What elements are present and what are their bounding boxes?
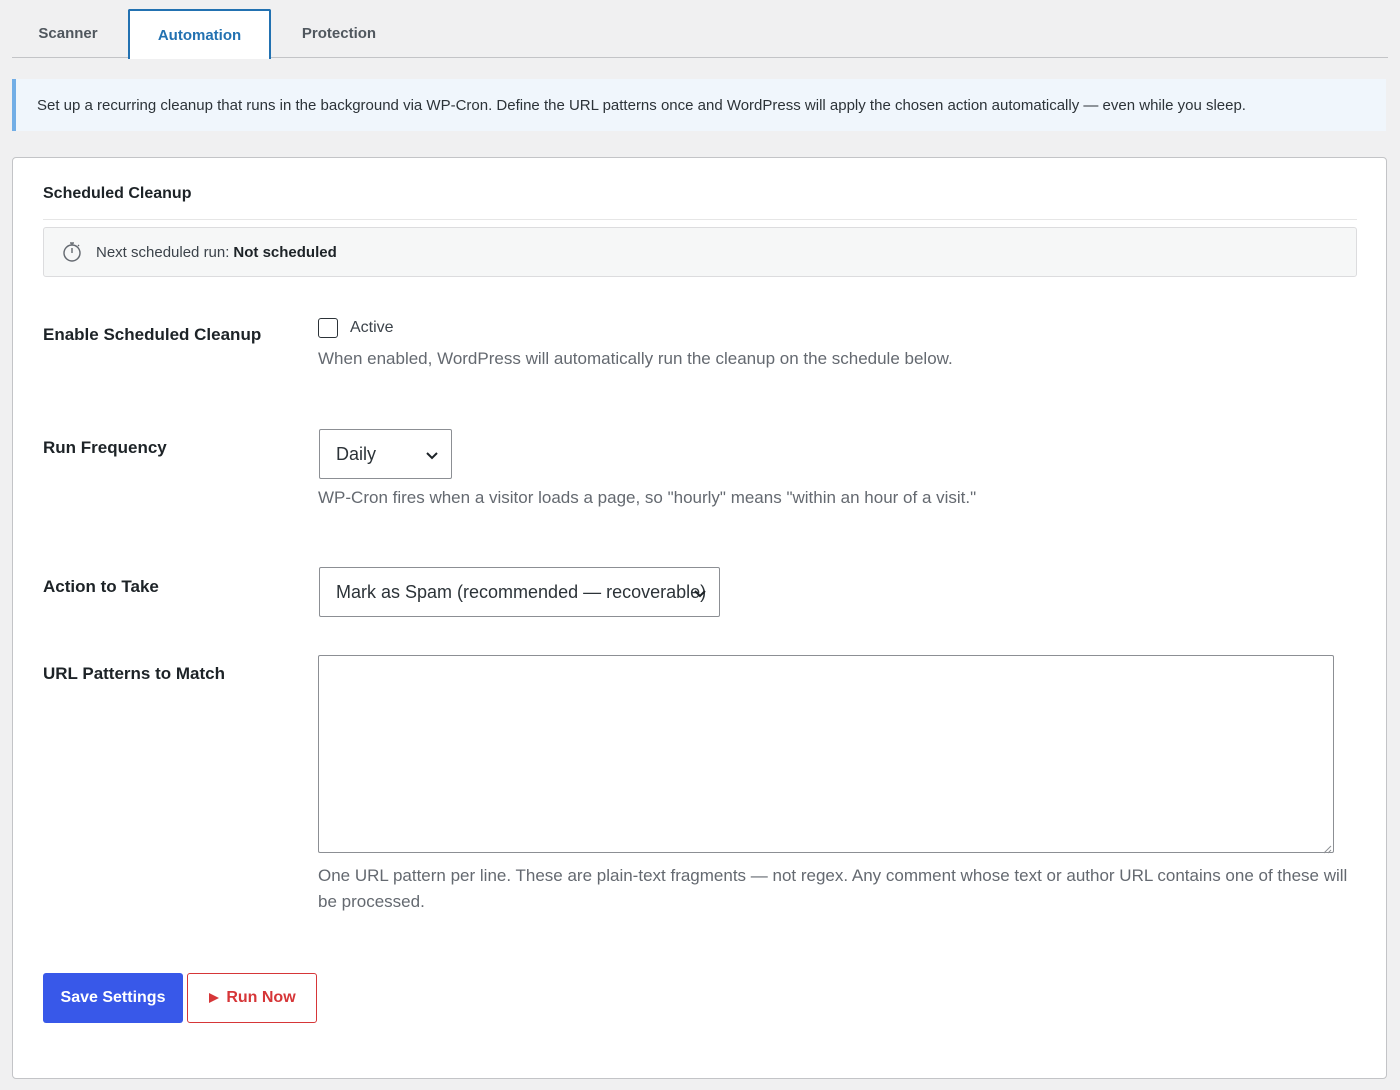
active-checkbox-label[interactable]: Active xyxy=(350,319,394,337)
info-notice: Set up a recurring cleanup that runs in … xyxy=(12,79,1386,131)
card-title: Scheduled Cleanup xyxy=(43,185,192,202)
action-label: Action to Take xyxy=(43,577,159,596)
run-now-button[interactable]: Run Now xyxy=(187,973,317,1023)
action-selected: Mark as Spam (recommended — recoverable) xyxy=(336,581,707,602)
enable-description: When enabled, WordPress will automatical… xyxy=(318,349,953,368)
status-label: Next scheduled run: xyxy=(96,243,230,261)
tab-scanner[interactable]: Scanner xyxy=(12,9,124,58)
tab-automation[interactable]: Automation xyxy=(128,9,271,59)
patterns-label: URL Patterns to Match xyxy=(43,664,225,683)
frequency-description: WP-Cron fires when a visitor loads a pag… xyxy=(318,488,977,507)
scheduled-cleanup-card: Scheduled Cleanup Next scheduled run: No… xyxy=(12,157,1387,1079)
divider xyxy=(43,219,1357,220)
status-value: Not scheduled xyxy=(233,243,337,261)
patterns-description: One URL pattern per line. These are plai… xyxy=(318,866,1348,911)
tab-protection[interactable]: Protection xyxy=(274,9,404,58)
frequency-label: Run Frequency xyxy=(43,438,167,457)
action-select[interactable]: Mark as Spam (recommended — recoverable) xyxy=(319,567,720,617)
notice-text: Set up a recurring cleanup that runs in … xyxy=(37,96,1246,114)
play-icon xyxy=(208,992,220,1004)
url-patterns-textarea[interactable] xyxy=(318,655,1334,854)
enable-label: Enable Scheduled Cleanup xyxy=(43,325,262,344)
frequency-select[interactable]: Daily xyxy=(319,429,452,479)
timer-icon xyxy=(62,241,82,263)
frequency-selected: Daily xyxy=(336,443,377,464)
save-settings-button[interactable]: Save Settings xyxy=(43,973,183,1023)
chevron-down-icon xyxy=(425,447,439,461)
next-run-status: Next scheduled run: Not scheduled xyxy=(43,227,1357,277)
chevron-down-icon xyxy=(693,585,707,599)
active-checkbox[interactable] xyxy=(318,318,338,338)
resize-grip-icon[interactable] xyxy=(1322,841,1332,854)
tab-bar: Scanner Automation Protection xyxy=(12,9,1388,59)
run-now-label: Run Now xyxy=(226,989,296,1006)
active-checkbox-wrap[interactable]: Active xyxy=(318,318,394,338)
